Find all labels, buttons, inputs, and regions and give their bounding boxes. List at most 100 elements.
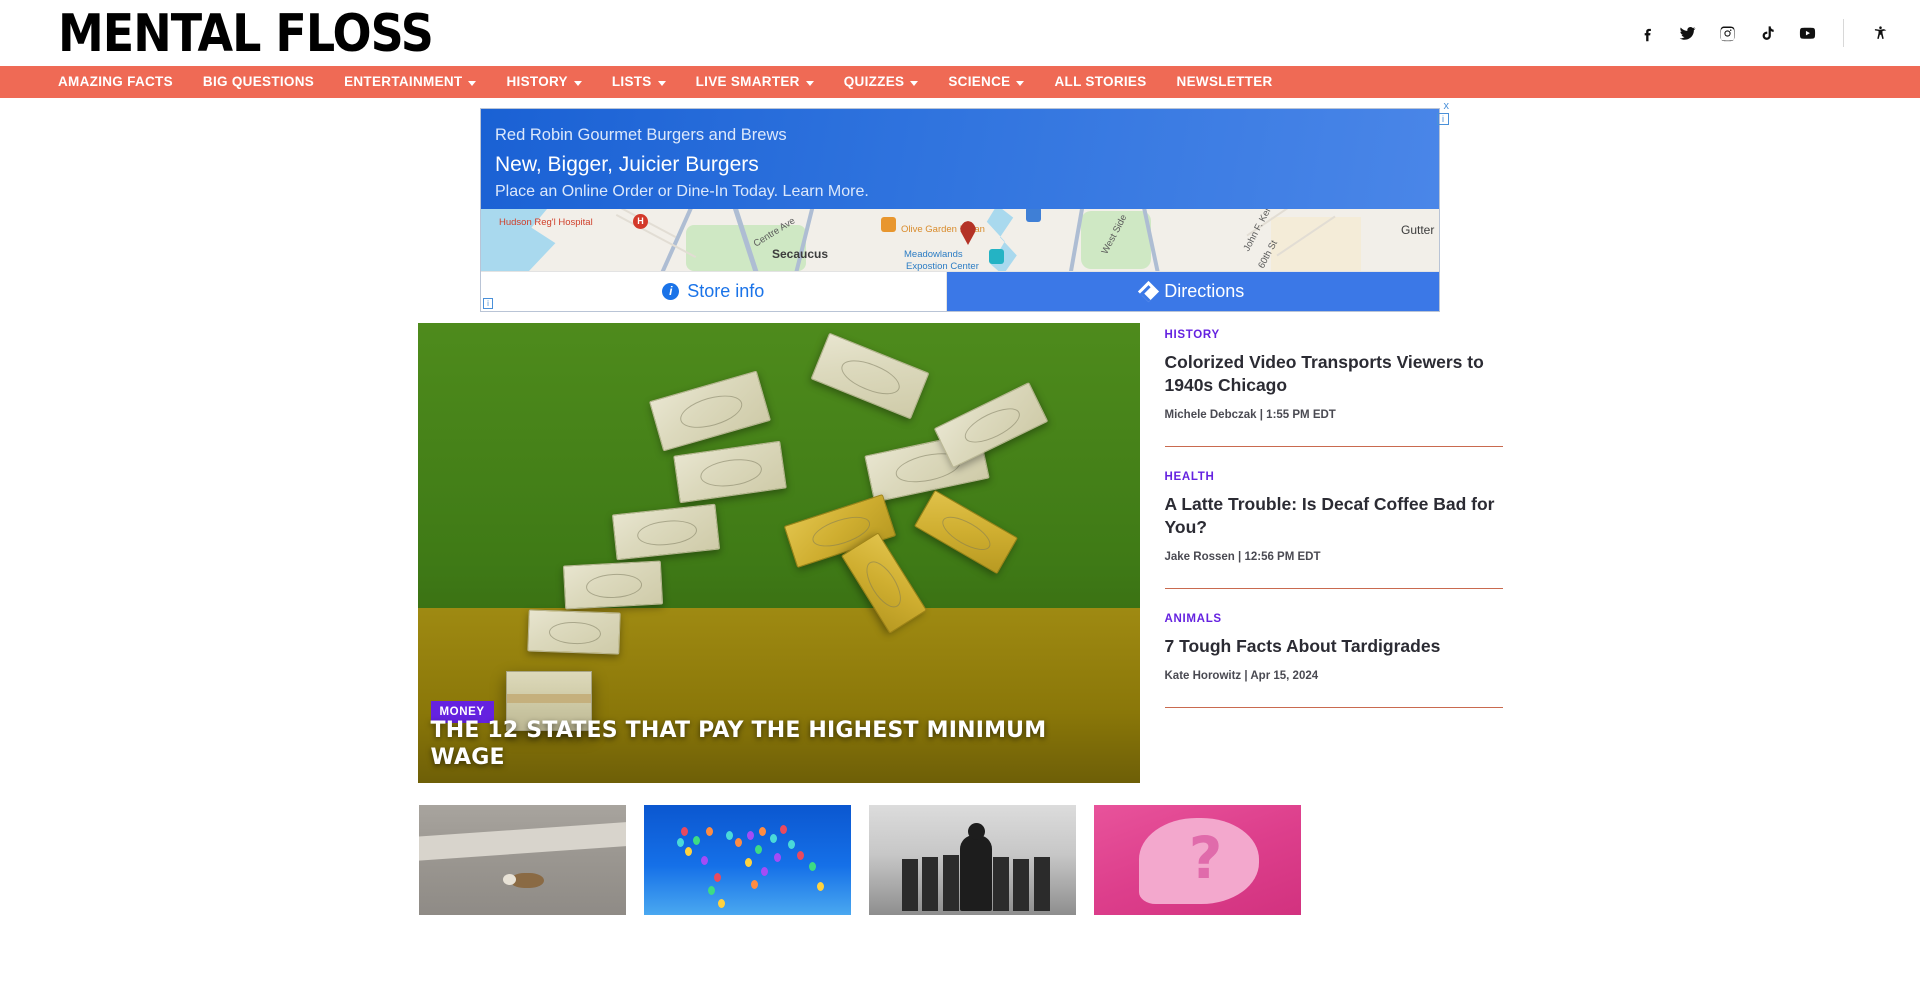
twitter-icon[interactable] — [1677, 23, 1697, 43]
map-label-hospital: Hudson Reg'l Hospital — [499, 217, 593, 228]
site-header: MENTAL FLOSS — [0, 0, 1920, 66]
map-dot — [684, 846, 692, 856]
map-dot — [726, 831, 734, 841]
hero-article[interactable]: MONEY THE 12 STATES THAT PAY THE HIGHEST… — [417, 323, 1140, 783]
thumbnail-roadkill[interactable] — [418, 805, 626, 915]
facebook-icon[interactable] — [1637, 23, 1657, 43]
map-dot — [817, 882, 825, 891]
map-dot — [734, 838, 742, 847]
nav-label: ALL STORIES — [1054, 74, 1147, 89]
ad-headline: New, Bigger, Juicier Burgers — [495, 153, 759, 177]
nav-item-all-stories[interactable]: ALL STORIES — [1039, 66, 1161, 98]
nav-item-amazing-facts[interactable]: AMAZING FACTS — [58, 66, 188, 98]
site-logo[interactable]: MENTAL FLOSS — [58, 7, 434, 59]
article-meta: Kate Horowitz | Apr 15, 2024 — [1165, 670, 1503, 682]
map-hospital-marker: H — [633, 214, 648, 229]
store-info-button[interactable]: i Store info — [481, 272, 947, 311]
dollar-bill — [526, 609, 621, 655]
nav-item-live-smarter[interactable]: LIVE SMARTER — [681, 66, 829, 98]
nav-item-quizzes[interactable]: QUIZZES — [829, 66, 934, 98]
chevron-down-icon — [468, 80, 477, 86]
youtube-icon[interactable] — [1797, 23, 1817, 43]
nav-label: HISTORY — [506, 74, 568, 89]
person-shape — [943, 855, 960, 911]
ad-map[interactable]: H Hudson Reg'l Hospital Centre Ave Secau… — [481, 209, 1439, 271]
map-location-pin — [959, 221, 977, 245]
map-dot — [780, 824, 788, 834]
article-meta: Michele Debczak | 1:55 PM EDT — [1165, 409, 1503, 421]
map-dot — [747, 831, 754, 841]
person-shape — [1013, 859, 1030, 911]
map-dot — [773, 853, 781, 863]
thumbnail-question-bubble[interactable]: ? — [1093, 805, 1301, 915]
map-poi-icon — [989, 249, 1004, 264]
person-shape — [922, 857, 939, 911]
animal-shape — [502, 873, 544, 889]
nav-item-science[interactable]: SCIENCE — [933, 66, 1039, 98]
close-icon[interactable]: x — [1444, 101, 1450, 112]
ad-info-icon[interactable]: i — [483, 298, 493, 309]
directions-label: Directions — [1164, 281, 1245, 301]
article-category[interactable]: HISTORY — [1165, 329, 1503, 341]
article-title[interactable]: 7 Tough Facts About Tardigrades — [1165, 635, 1503, 658]
nav-label: LIVE SMARTER — [695, 74, 800, 89]
thumbnail-row: ? — [418, 805, 1503, 915]
article-timestamp: Apr 15, 2024 — [1250, 670, 1319, 683]
directions-icon — [1138, 280, 1160, 303]
advertisement[interactable]: x i Red Robin Gourmet Burgers and Brews … — [480, 101, 1449, 312]
social-links — [1637, 19, 1890, 47]
nav-label: QUIZZES — [843, 74, 905, 89]
sidebar-article-1[interactable]: HEALTH A Latte Trouble: Is Decaf Coffee … — [1165, 471, 1503, 563]
instagram-icon[interactable] — [1717, 23, 1737, 43]
nav-item-history[interactable]: HISTORY — [491, 66, 596, 98]
meta-separator: | — [1238, 551, 1242, 564]
ad-description: Place an Online Order or Dine-In Today. … — [495, 182, 869, 200]
meta-separator: | — [1259, 409, 1263, 422]
article-author: Jake Rossen — [1164, 551, 1235, 564]
question-mark-icon: ? — [1188, 824, 1223, 893]
map-dot — [809, 862, 817, 872]
article-meta: Jake Rossen | 12:56 PM EDT — [1165, 551, 1503, 563]
tiktok-icon[interactable] — [1757, 23, 1777, 43]
map-label-gutter: Gutter — [1401, 223, 1435, 237]
article-divider — [1164, 446, 1503, 448]
thumbnail-world-map[interactable] — [643, 805, 851, 915]
ad-advertiser: Red Robin Gourmet Burgers and Brews — [495, 126, 787, 144]
bear-costume-shape — [959, 823, 992, 911]
map-dot — [788, 840, 796, 850]
article-title[interactable]: A Latte Trouble: Is Decaf Coffee Bad for… — [1165, 493, 1503, 539]
map-dot — [744, 857, 752, 867]
chevron-down-icon — [910, 80, 919, 86]
nav-item-newsletter[interactable]: NEWSLETTER — [1162, 66, 1288, 98]
map-dot — [705, 827, 713, 836]
sidebar-article-2[interactable]: ANIMALS 7 Tough Facts About Tardigrades … — [1165, 613, 1503, 682]
nav-item-big-questions[interactable]: BIG QUESTIONS — [188, 66, 329, 98]
meta-separator: | — [1244, 670, 1248, 683]
nav-label: ENTERTAINMENT — [344, 74, 463, 89]
article-author: Michele Debczak — [1164, 409, 1257, 422]
article-category[interactable]: ANIMALS — [1165, 613, 1503, 625]
header-divider — [1843, 19, 1844, 47]
hero-title[interactable]: THE 12 STATES THAT PAY THE HIGHEST MINIM… — [431, 718, 1120, 771]
ad-banner[interactable]: Red Robin Gourmet Burgers and Brews New,… — [481, 109, 1439, 209]
map-restaurant-icon — [881, 217, 896, 232]
map-label-expo-center: Expostion Center — [906, 261, 979, 271]
map-dot — [769, 833, 777, 843]
accessibility-icon[interactable] — [1870, 23, 1890, 43]
thumbnail-vintage-group-photo[interactable] — [868, 805, 1076, 915]
ad-actions: i Store info Directions — [481, 271, 1439, 311]
sidebar-article-0[interactable]: HISTORY Colorized Video Transports Viewe… — [1165, 329, 1503, 421]
article-category[interactable]: HEALTH — [1165, 471, 1503, 483]
nav-item-entertainment[interactable]: ENTERTAINMENT — [329, 66, 491, 98]
map-dot — [796, 851, 804, 861]
nav-item-lists[interactable]: LISTS — [597, 66, 681, 98]
map-dot — [693, 835, 701, 845]
article-author: Kate Horowitz — [1164, 670, 1242, 683]
advertisement-region: x i Red Robin Gourmet Burgers and Brews … — [0, 98, 1920, 312]
map-dot — [759, 827, 767, 836]
adchoices-icon[interactable]: i — [1437, 113, 1449, 125]
nav-label: NEWSLETTER — [1176, 74, 1273, 89]
article-title[interactable]: Colorized Video Transports Viewers to 19… — [1165, 351, 1503, 397]
map-dot — [713, 873, 721, 883]
directions-button[interactable]: Directions — [946, 272, 1439, 311]
